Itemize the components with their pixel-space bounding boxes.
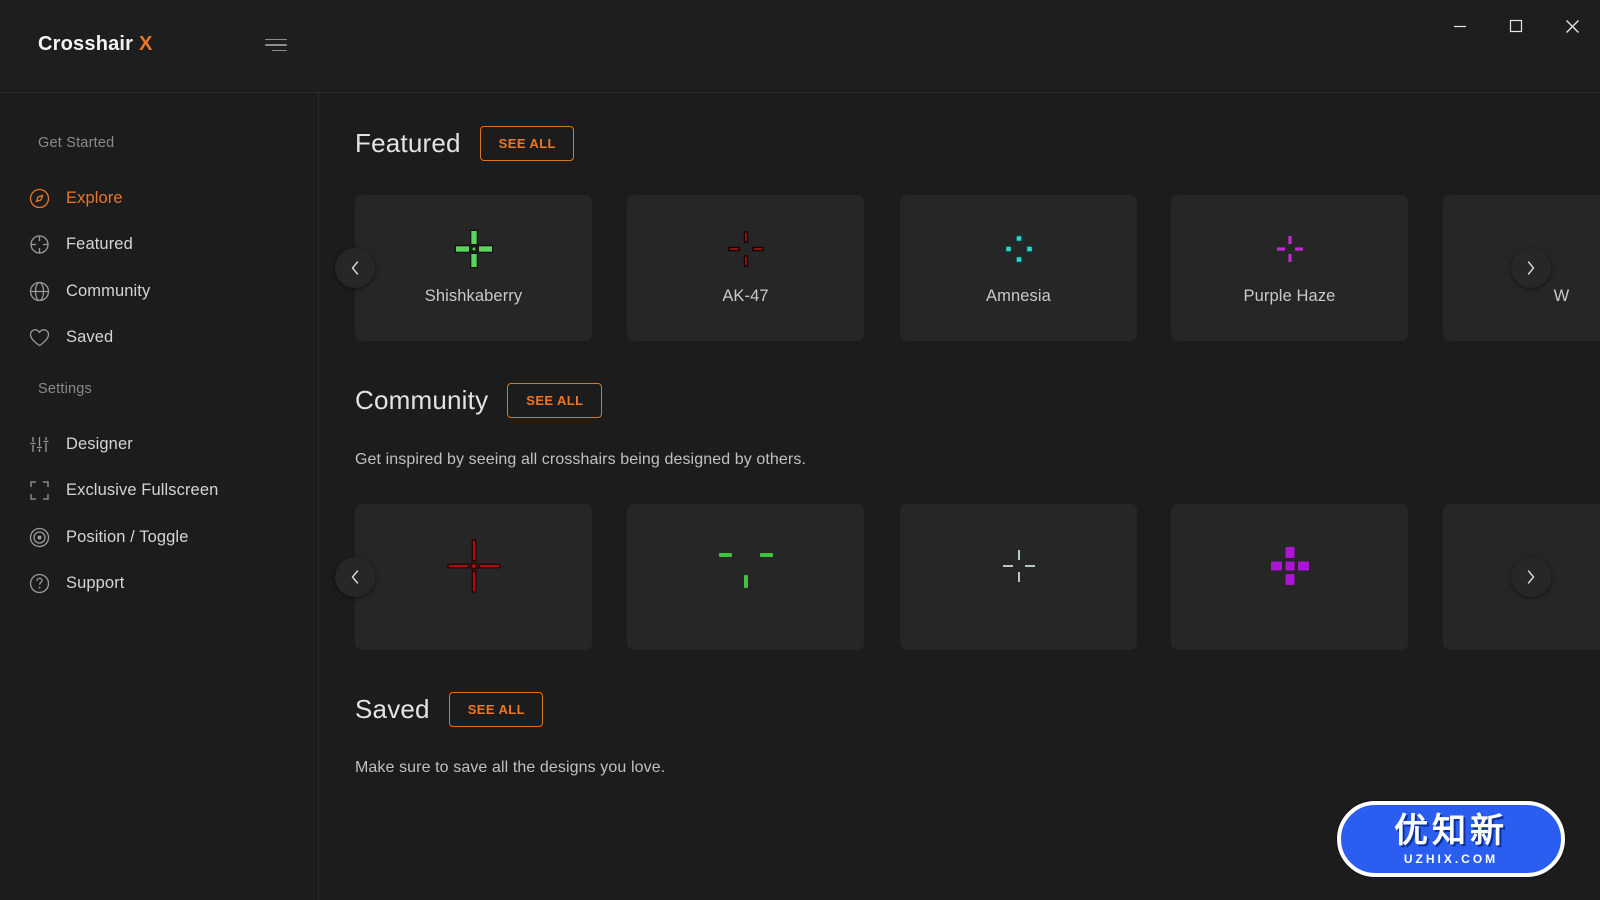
sidebar-item-support[interactable]: Support — [28, 567, 298, 601]
section-subtitle: Make sure to save all the designs you lo… — [355, 759, 666, 776]
crosshair-preview — [900, 542, 1137, 590]
see-all-button-community[interactable]: SEE ALL — [507, 383, 602, 418]
sidebar-item-community[interactable]: Community — [28, 274, 298, 308]
sidebar-item-label: Designer — [66, 434, 133, 453]
carousel-next-button-community[interactable] — [1511, 557, 1551, 597]
hamburger-line — [272, 49, 287, 52]
section-title: Saved — [355, 694, 430, 724]
compass-icon — [28, 187, 50, 209]
sidebar-item-position-toggle[interactable]: Position / Toggle — [28, 520, 298, 554]
section-header-featured: Featured SEE ALL — [355, 126, 574, 161]
crosshair-card[interactable]: Purple Haze — [1171, 195, 1408, 341]
sidebar-item-explore[interactable]: Explore — [28, 181, 298, 215]
crosshair-card-name: Amnesia — [986, 287, 1051, 305]
crosshair-preview — [627, 225, 864, 273]
crosshair-preview — [627, 542, 864, 590]
section-header-saved: Saved SEE ALL — [355, 692, 543, 727]
minimize-icon[interactable] — [1432, 0, 1488, 52]
sidebar-item-label: Featured — [66, 235, 133, 253]
sidebar-item-exclusive-fullscreen[interactable]: Exclusive Fullscreen — [28, 474, 298, 508]
carousel-prev-button-community[interactable] — [335, 557, 375, 597]
sidebar-item-label: Exclusive Fullscreen — [66, 481, 219, 499]
sidebar-group-label-settings: Settings — [38, 381, 92, 397]
crosshair-card[interactable]: AK-47 — [627, 195, 864, 341]
brand-accent: X — [138, 33, 153, 55]
crosshair-preview — [1171, 225, 1408, 273]
crosshair-card-name: AK-47 — [722, 287, 769, 305]
main-content: Featured SEE ALL Shishkaberry AK-47 Amnesia P… — [319, 93, 1600, 900]
crosshair-preview — [355, 225, 592, 273]
title-bar: Crosshair X — [0, 0, 1600, 93]
sidebar-item-label: Community — [66, 281, 151, 300]
sidebar-item-label: Explore — [66, 188, 123, 207]
see-all-button-saved[interactable]: SEE ALL — [448, 692, 543, 727]
carousel-next-button-featured[interactable] — [1511, 248, 1551, 288]
sidebar-group-label-get-started: Get Started — [38, 135, 115, 151]
sidebar-item-label: Support — [66, 574, 125, 592]
help-icon — [28, 573, 50, 595]
section-title: Featured — [355, 128, 461, 158]
watermark-domain: UZHIX.COM — [1403, 852, 1499, 866]
app-window: Crosshair X Get Started Explore Featured Co… — [0, 0, 1600, 900]
crosshair-card-name: Shishkaberry — [424, 287, 523, 305]
target-icon — [28, 526, 50, 548]
sliders-icon — [28, 433, 50, 455]
sidebar-item-label: Position / Toggle — [66, 527, 189, 546]
carousel-featured: Shishkaberry AK-47 Amnesia Purple Haze W — [319, 195, 1600, 341]
maximize-icon[interactable] — [1488, 0, 1544, 52]
hamburger-line — [265, 38, 287, 41]
crosshair-card[interactable] — [627, 504, 864, 650]
hamburger-line — [265, 44, 287, 46]
watermark-text-cn: 优知新 — [1394, 811, 1508, 851]
carousel-prev-button-featured[interactable] — [335, 248, 375, 288]
hamburger-icon[interactable] — [265, 35, 289, 55]
crosshair-card[interactable] — [900, 504, 1137, 650]
crosshair-preview — [900, 225, 1137, 273]
sidebar-item-designer[interactable]: Designer — [28, 427, 298, 461]
sidebar-item-featured[interactable]: Featured — [28, 228, 298, 262]
section-title: Community — [355, 385, 489, 415]
section-header-community: Community SEE ALL — [355, 383, 602, 418]
crosshair-preview — [355, 539, 592, 593]
sidebar: Get Started Explore Featured Community Saved… — [0, 93, 319, 900]
see-all-button-featured[interactable]: SEE ALL — [479, 126, 574, 161]
crosshair-card[interactable] — [1171, 504, 1408, 650]
section-subtitle: Get inspired by seeing all crosshairs be… — [355, 451, 806, 468]
brand-main: Crosshair — [38, 33, 134, 55]
watermark-badge: 优知新 UZHIX.COM — [1337, 801, 1565, 877]
crosshair-card-name: W — [1553, 287, 1570, 305]
globe-icon — [28, 280, 50, 302]
heart-icon — [28, 327, 50, 349]
crosshair-card[interactable]: Shishkaberry — [355, 195, 592, 341]
crosshair-icon — [28, 234, 50, 256]
crosshair-card[interactable]: Amnesia — [900, 195, 1137, 341]
crosshair-card[interactable] — [355, 504, 592, 650]
close-icon[interactable] — [1544, 0, 1600, 52]
sidebar-item-saved[interactable]: Saved — [28, 321, 298, 355]
window-controls — [1432, 0, 1600, 52]
crosshair-card-name: Purple Haze — [1243, 287, 1336, 305]
carousel-community — [319, 504, 1600, 650]
crosshair-preview — [1171, 542, 1408, 590]
sidebar-item-label: Saved — [66, 328, 114, 346]
fullscreen-icon — [28, 480, 50, 502]
app-brand: Crosshair X — [38, 33, 152, 56]
